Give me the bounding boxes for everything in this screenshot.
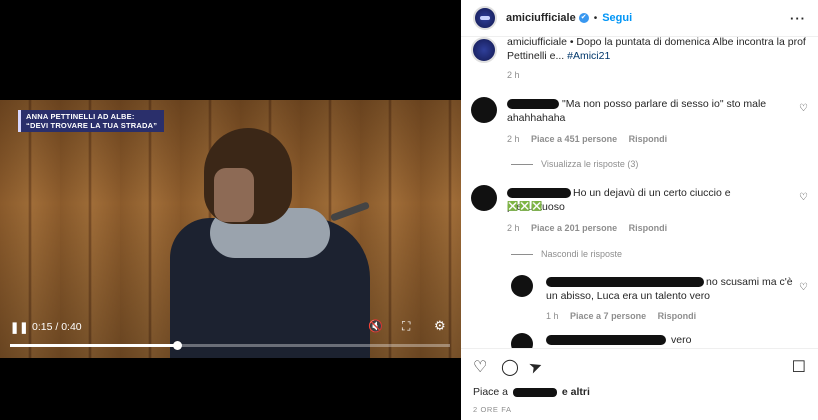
- reply-avatar[interactable]: [511, 275, 533, 297]
- muted-speaker-icon[interactable]: 🔇: [368, 319, 383, 333]
- verified-badge-icon: ✔: [578, 13, 589, 23]
- hide-replies-label: Nascondi le risposte: [541, 249, 623, 259]
- redacted-username: [546, 335, 666, 345]
- video-progress-fill: [10, 344, 178, 347]
- hide-replies-toggle[interactable]: Nascondi le risposte: [511, 249, 622, 259]
- pause-icon[interactable]: ❚❚: [10, 321, 28, 334]
- account-avatar[interactable]: [473, 6, 497, 30]
- more-options-icon[interactable]: ···: [790, 11, 806, 26]
- follow-button[interactable]: Segui: [602, 12, 632, 24]
- comment-meta: 2 h Piace a 451 persone Rispondi: [507, 134, 676, 144]
- comment-like-heart-icon[interactable]: ♡: [799, 103, 808, 114]
- comment-avatar[interactable]: [471, 185, 497, 211]
- reply-button[interactable]: Rispondi: [629, 223, 668, 233]
- separator-dot: •: [593, 12, 598, 24]
- lower-third-line2: “DEVI TROVARE LA TUA STRADA”: [26, 121, 158, 130]
- likes-suffix: e altri: [561, 386, 590, 398]
- caption-avatar[interactable]: [471, 37, 497, 63]
- reply-likes[interactable]: Piace a 7 persone: [570, 311, 646, 321]
- caption-hashtag[interactable]: #Amici21: [567, 50, 610, 62]
- instagram-post-modal: ANNA PETTINELLI AD ALBE: “DEVI TROVARE L…: [0, 0, 818, 420]
- figure-face: [214, 168, 254, 222]
- view-replies-toggle[interactable]: Visualizza le risposte (3): [511, 159, 638, 169]
- redacted-liker: [512, 387, 557, 397]
- post-age: 2 ORE FA: [473, 405, 512, 414]
- comment-avatar[interactable]: [471, 97, 497, 123]
- video-controls: ❚❚ 0:15 / 0:40 🔇 ⛶ ⚙: [0, 312, 461, 358]
- comment-like-heart-icon[interactable]: ♡: [799, 192, 808, 203]
- caption-body: amiciufficiale • Dopo la puntata di dome…: [507, 37, 806, 62]
- microphone: [330, 201, 370, 222]
- reply-time: 1 h: [546, 311, 559, 321]
- comment-time: 2 h: [507, 223, 520, 233]
- thread-line: [511, 164, 533, 166]
- heart-icon[interactable]: ♡: [473, 357, 487, 377]
- video-player[interactable]: ANNA PETTINELLI AD ALBE: “DEVI TROVARE L…: [0, 0, 461, 420]
- reply-button[interactable]: Rispondi: [658, 311, 697, 321]
- post-header: amiciufficiale ✔ • Segui ···: [461, 0, 818, 37]
- comment-time: 2 h: [507, 134, 520, 144]
- tv-lower-third-caption: ANNA PETTINELLI AD ALBE: “DEVI TROVARE L…: [18, 110, 164, 132]
- comment-emojis: ❎❎❎: [507, 201, 544, 211]
- comment-text: Ho un dejavù di un certo ciuccio e presu…: [507, 187, 731, 213]
- thread-line: [511, 254, 533, 256]
- video-progress-handle[interactable]: [173, 341, 183, 350]
- gear-icon[interactable]: ⚙: [434, 318, 446, 334]
- post-actions-bar: ♡ ◯ ➤ ☐ Piace a e altri 2 ORE FA: [461, 348, 818, 420]
- share-icon[interactable]: ➤: [526, 355, 545, 378]
- reply-like-heart-icon[interactable]: ♡: [799, 282, 808, 293]
- comments-list[interactable]: amiciufficiale • Dopo la puntata di dome…: [461, 37, 818, 348]
- comment-text: "Ma non posso parlare di sesso io" sto m…: [507, 98, 767, 124]
- video-progress-bar[interactable]: [10, 341, 450, 350]
- reply-text: no scusami ma c'è un abisso, Luca era un…: [546, 276, 793, 302]
- likes-prefix: Piace a: [473, 386, 509, 398]
- likes-summary[interactable]: Piace a e altri: [473, 386, 590, 398]
- account-username[interactable]: amiciufficiale: [506, 12, 576, 24]
- bookmark-icon[interactable]: ☐: [792, 357, 806, 377]
- view-replies-label: Visualizza le risposte (3): [541, 159, 639, 169]
- reply-avatar[interactable]: [511, 333, 533, 348]
- comment-likes[interactable]: Piace a 201 persone: [531, 223, 617, 233]
- reply-button[interactable]: Rispondi: [629, 134, 668, 144]
- comment-likes[interactable]: Piace a 451 persone: [531, 134, 617, 144]
- video-time: 0:15 / 0:40: [32, 321, 82, 333]
- comment-icon[interactable]: ◯: [501, 357, 519, 377]
- lower-third-line1: ANNA PETTINELLI AD ALBE:: [26, 112, 135, 121]
- fullscreen-icon[interactable]: ⛶: [402, 319, 410, 334]
- caption-text: amiciufficiale • Dopo la puntata di dome…: [507, 37, 807, 63]
- reply-text: vero: [671, 334, 692, 346]
- reply-meta: 1 h Piace a 7 persone Rispondi: [546, 311, 705, 321]
- caption-time: 2 h: [507, 70, 520, 80]
- comment-meta: 2 h Piace a 201 persone Rispondi: [507, 223, 676, 233]
- post-side-panel: amiciufficiale ✔ • Segui ··· amiciuffici…: [461, 0, 818, 420]
